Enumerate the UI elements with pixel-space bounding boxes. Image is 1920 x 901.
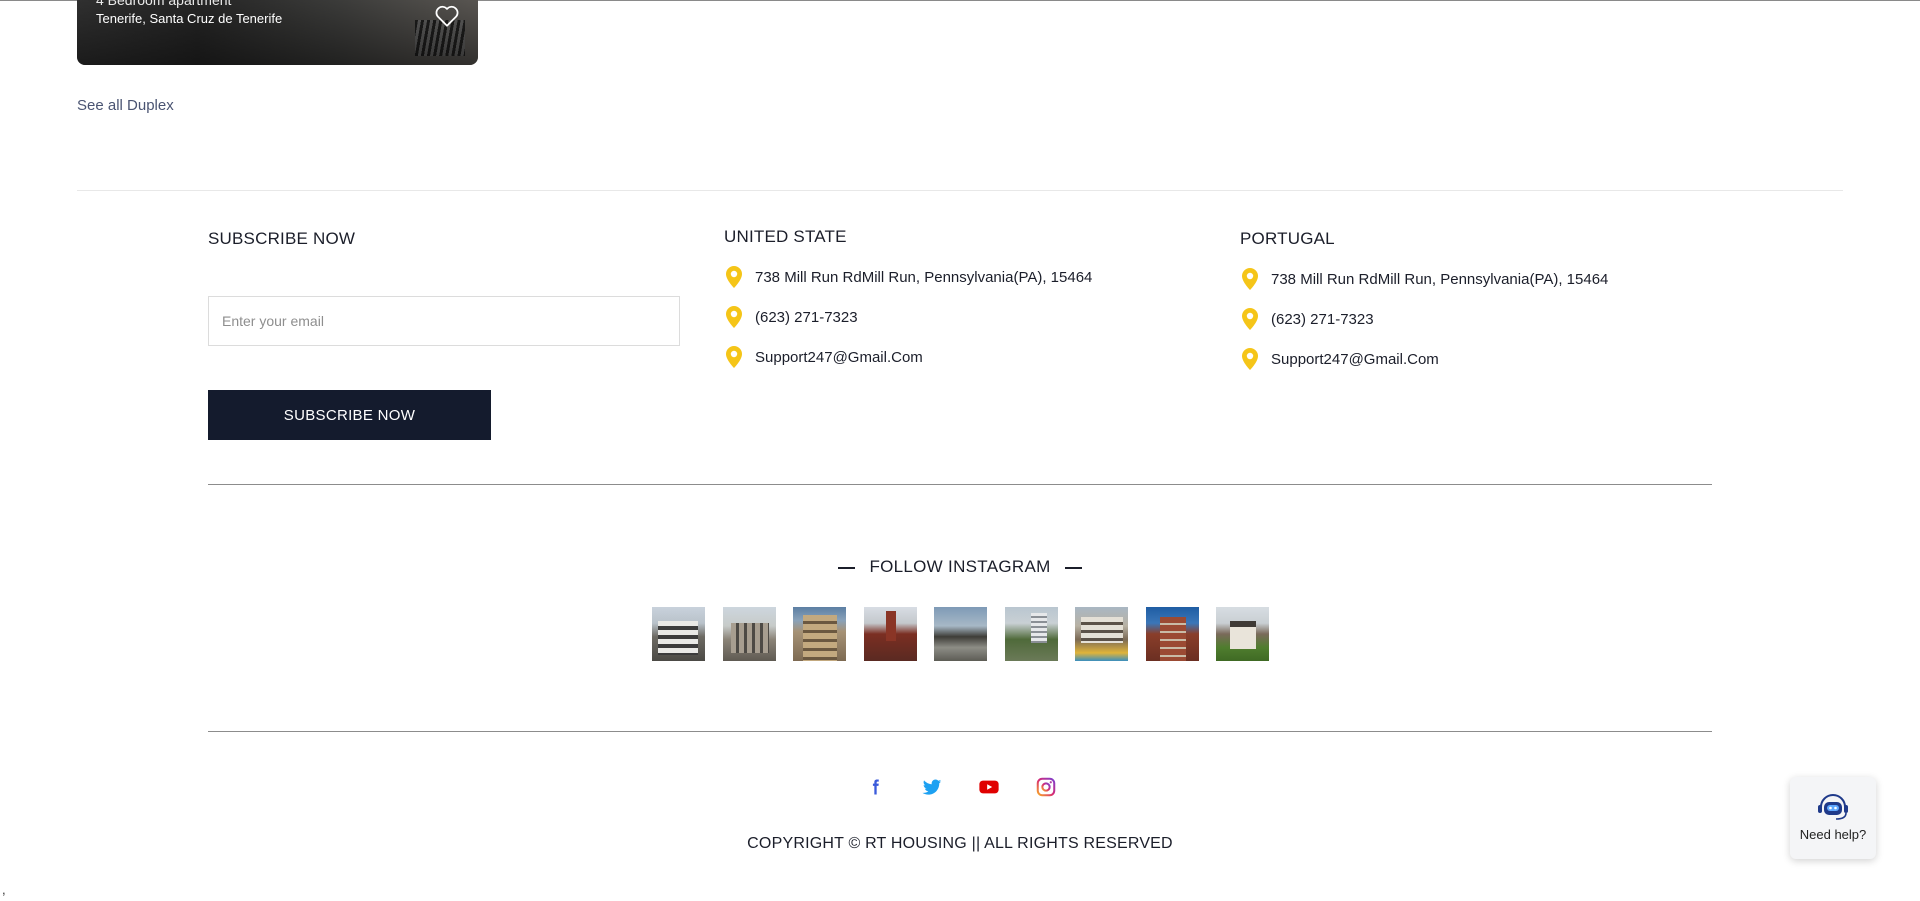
instagram-photo[interactable] [1004, 607, 1058, 661]
instagram-photo[interactable] [1075, 607, 1128, 661]
location-pin-icon [1242, 348, 1258, 370]
office-email: Support247@Gmail.Com [1271, 350, 1439, 368]
listing-card-location: Tenerife, Santa Cruz de Tenerife [96, 11, 283, 26]
see-all-duplex-link[interactable]: See all Duplex [77, 97, 174, 114]
office-title: UNITED STATE [724, 227, 847, 246]
office-phone: (623) 271-7323 [1271, 310, 1374, 328]
email-input[interactable] [208, 296, 680, 346]
office-email-row: Support247@Gmail.Com [1240, 339, 1608, 379]
office-united-state: UNITED STATE 738 Mill Run RdMill Run, Pe… [724, 227, 1092, 377]
office-phone: (623) 271-7323 [755, 308, 858, 326]
subscribe-title: SUBSCRIBE NOW [208, 229, 356, 248]
office-address: 738 Mill Run RdMill Run, Pennsylvania(PA… [755, 268, 1093, 286]
instagram-photo[interactable] [652, 607, 705, 661]
heading-dash [1064, 566, 1082, 569]
stray-text: , [2, 882, 6, 897]
instagram-icon[interactable] [1035, 775, 1057, 799]
follow-instagram-heading: FOLLOW INSTAGRAM [0, 557, 1920, 577]
card-overlay [77, 0, 478, 65]
instagram-photo[interactable] [934, 607, 987, 661]
instagram-photo[interactable] [1145, 607, 1199, 661]
social-links [0, 775, 1920, 799]
heading-dash [838, 566, 856, 569]
instagram-photo[interactable] [863, 607, 917, 661]
office-address-row: 738 Mill Run RdMill Run, Pennsylvania(PA… [724, 257, 1092, 297]
location-pin-icon [1242, 268, 1258, 290]
office-address-row: 738 Mill Run RdMill Run, Pennsylvania(PA… [1240, 259, 1608, 299]
office-email-row: Support247@Gmail.Com [724, 337, 1092, 377]
location-pin-icon [1242, 308, 1258, 330]
office-email: Support247@Gmail.Com [755, 348, 923, 366]
location-pin-icon [726, 306, 742, 328]
office-title: PORTUGAL [1240, 229, 1335, 248]
office-address: 738 Mill Run RdMill Run, Pennsylvania(PA… [1271, 270, 1609, 288]
office-portugal: PORTUGAL 738 Mill Run RdMill Run, Pennsy… [1240, 229, 1608, 379]
copyright-text: COPYRIGHT © RT HOUSING || ALL RIGHTS RES… [747, 835, 1173, 852]
listing-card[interactable]: 4 Bedroom apartment Tenerife, Santa Cruz… [77, 0, 478, 65]
facebook-icon[interactable] [864, 775, 886, 799]
footer-divider-top [208, 484, 1712, 485]
heart-icon[interactable] [434, 4, 460, 28]
location-pin-icon [726, 346, 742, 368]
youtube-icon[interactable] [978, 775, 1000, 799]
office-phone-row: (623) 271-7323 [724, 297, 1092, 337]
instagram-photo[interactable] [1216, 607, 1269, 661]
section-divider [77, 190, 1843, 191]
help-chat-widget[interactable]: Need help? [1790, 777, 1876, 859]
listing-card-title: 4 Bedroom apartment [96, 0, 232, 8]
twitter-icon[interactable] [921, 775, 943, 799]
instagram-photo[interactable] [793, 607, 846, 661]
footer-divider-bottom [208, 731, 1712, 732]
location-pin-icon [726, 266, 742, 288]
help-label: Need help? [1799, 827, 1867, 842]
office-phone-row: (623) 271-7323 [1240, 299, 1608, 339]
subscribe-button[interactable]: SUBSCRIBE NOW [208, 390, 491, 440]
chatbot-icon [1818, 794, 1848, 820]
instagram-gallery [652, 607, 1287, 661]
follow-instagram-title: FOLLOW INSTAGRAM [869, 557, 1051, 576]
instagram-photo[interactable] [722, 607, 776, 661]
